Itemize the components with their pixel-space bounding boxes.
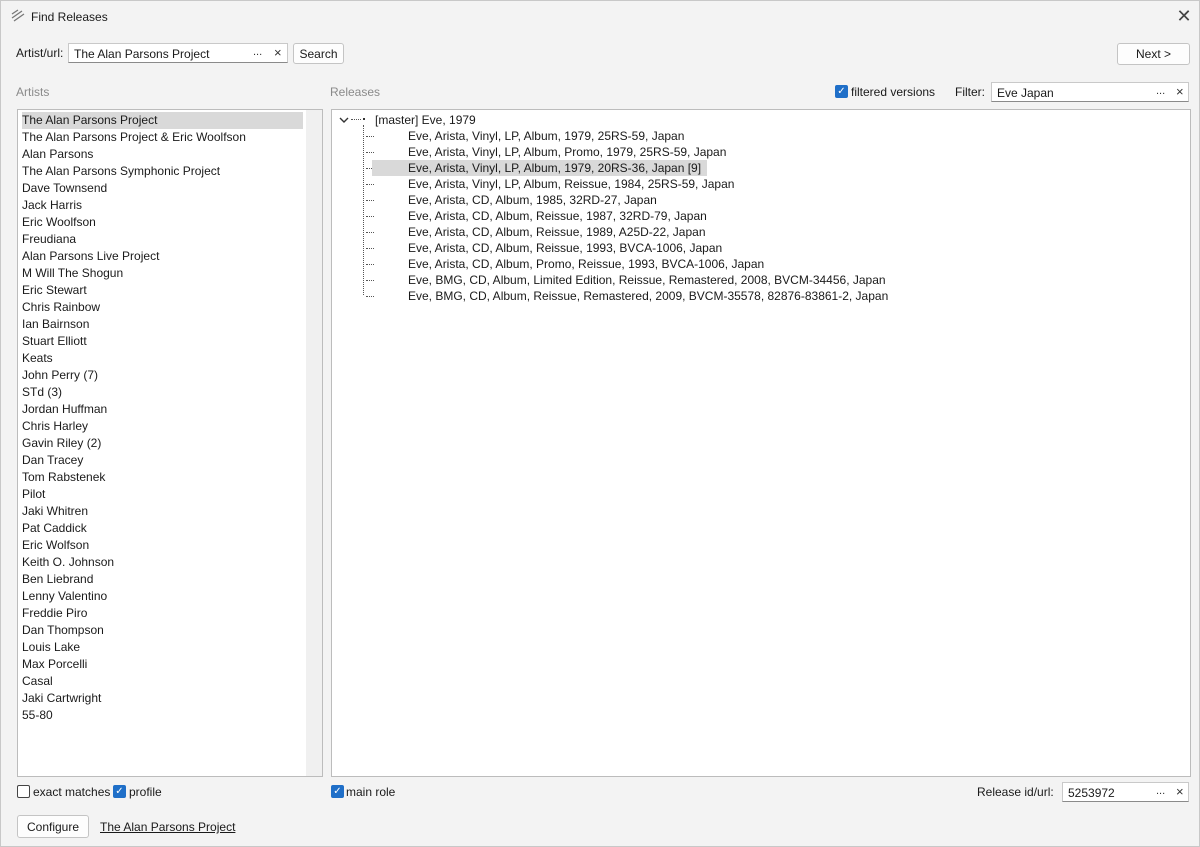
filtered-versions-checkbox[interactable]: ✓ bbox=[835, 85, 848, 98]
artist-list-item[interactable]: Ben Liebrand bbox=[22, 571, 93, 588]
chevron-down-icon[interactable] bbox=[338, 114, 350, 126]
artist-list-item[interactable]: Chris Rainbow bbox=[22, 299, 100, 316]
tree-connector bbox=[366, 200, 374, 201]
tree-node-dot bbox=[363, 118, 365, 120]
tree-connector bbox=[366, 248, 374, 249]
releases-header: Releases bbox=[330, 85, 381, 99]
tree-connector bbox=[366, 184, 374, 185]
title-bar: Find Releases ✕ bbox=[1, 1, 1199, 33]
artist-list-item[interactable]: STd (3) bbox=[22, 384, 62, 401]
artist-list-item[interactable]: Pilot bbox=[22, 486, 45, 503]
release-item[interactable]: Eve, Arista, Vinyl, LP, Album, 1979, 20R… bbox=[372, 160, 708, 176]
tree-connector bbox=[366, 264, 374, 265]
artist-list-item[interactable]: Jordan Huffman bbox=[22, 401, 107, 418]
artist-list-item[interactable]: Dan Thompson bbox=[22, 622, 104, 639]
artist-url-value: The Alan Parsons Project bbox=[74, 47, 210, 61]
artist-list-item[interactable]: Eric Wolfson bbox=[22, 537, 89, 554]
release-item[interactable]: Eve, Arista, Vinyl, LP, Album, Promo, 19… bbox=[408, 144, 726, 160]
filter-value: Eve Japan bbox=[997, 86, 1054, 100]
artist-list-item[interactable]: Pat Caddick bbox=[22, 520, 87, 537]
profile-label: profile bbox=[129, 785, 162, 799]
artist-list-item[interactable]: Alan Parsons Live Project bbox=[22, 248, 159, 265]
artist-list-item[interactable]: The Alan Parsons Symphonic Project bbox=[22, 163, 220, 180]
release-item[interactable]: Eve, Arista, CD, Album, Reissue, 1993, B… bbox=[408, 240, 722, 256]
artist-profile-link[interactable]: The Alan Parsons Project bbox=[100, 820, 235, 834]
artist-list-item[interactable]: Ian Bairnson bbox=[22, 316, 89, 333]
artist-list-item[interactable]: Jaki Cartwright bbox=[22, 690, 101, 707]
artist-list-item[interactable]: Eric Woolfson bbox=[22, 214, 96, 231]
release-item[interactable]: Eve, Arista, Vinyl, LP, Album, 1979, 25R… bbox=[408, 128, 684, 144]
tree-connector bbox=[366, 152, 374, 153]
close-icon[interactable]: ✕ bbox=[1175, 7, 1193, 25]
filter-clear-icon[interactable]: × bbox=[1176, 84, 1184, 99]
artist-list-item[interactable]: Dave Townsend bbox=[22, 180, 107, 197]
release-item[interactable]: Eve, Arista, CD, Album, Reissue, 1987, 3… bbox=[408, 208, 707, 224]
profile-checkbox[interactable]: ✓ bbox=[113, 785, 126, 798]
artist-list-item[interactable]: Stuart Elliott bbox=[22, 333, 87, 350]
release-item[interactable]: Eve, BMG, CD, Album, Reissue, Remastered… bbox=[408, 288, 888, 304]
main-role-label: main role bbox=[346, 785, 396, 799]
tree-connector bbox=[366, 136, 374, 137]
artist-list-item[interactable]: Keats bbox=[22, 350, 53, 367]
artist-list-item[interactable]: The Alan Parsons Project bbox=[22, 112, 303, 129]
artist-list-item[interactable]: Casal bbox=[22, 673, 53, 690]
artist-url-input[interactable]: The Alan Parsons Project ... × bbox=[68, 43, 288, 63]
clear-icon[interactable]: × bbox=[274, 45, 282, 60]
app-icon bbox=[11, 9, 25, 22]
release-id-label: Release id/url: bbox=[977, 785, 1054, 799]
artists-list[interactable]: The Alan Parsons Project The Alan Parsons… bbox=[17, 109, 323, 777]
artist-list-item[interactable]: Freudiana bbox=[22, 231, 76, 248]
artist-list-item[interactable]: Freddie Piro bbox=[22, 605, 87, 622]
artist-list-item[interactable]: 55-80 bbox=[22, 707, 53, 724]
find-releases-window: Find Releases ✕ Artist/url: The Alan Par… bbox=[0, 0, 1200, 847]
tree-vertical-line bbox=[363, 125, 364, 295]
releases-tree[interactable]: [master] Eve, 1979 Eve, Arista, Vinyl, L… bbox=[331, 109, 1191, 777]
tree-connector bbox=[351, 119, 361, 120]
artist-list-item[interactable]: Keith O. Johnson bbox=[22, 554, 114, 571]
artist-list-item[interactable]: Chris Harley bbox=[22, 418, 88, 435]
tree-connector bbox=[366, 216, 374, 217]
tree-connector bbox=[366, 280, 374, 281]
configure-button[interactable]: Configure bbox=[17, 815, 89, 838]
artist-list-item[interactable]: Max Porcelli bbox=[22, 656, 87, 673]
filtered-versions-label: filtered versions bbox=[851, 85, 936, 99]
artist-list-item[interactable]: Lenny Valentino bbox=[22, 588, 107, 605]
filter-label: Filter: bbox=[955, 85, 985, 99]
release-item[interactable]: Eve, Arista, CD, Album, 1985, 32RD-27, J… bbox=[408, 192, 657, 208]
release-item[interactable]: Eve, BMG, CD, Album, Limited Edition, Re… bbox=[408, 272, 886, 288]
main-role-checkbox[interactable]: ✓ bbox=[331, 785, 344, 798]
artist-list-item[interactable]: Jaki Whitren bbox=[22, 503, 88, 520]
search-button[interactable]: Search bbox=[293, 43, 344, 64]
artist-list-item[interactable]: Dan Tracey bbox=[22, 452, 83, 469]
exact-matches-checkbox[interactable] bbox=[17, 785, 30, 798]
release-item[interactable]: Eve, Arista, CD, Album, Promo, Reissue, … bbox=[408, 256, 764, 272]
filter-input[interactable]: Eve Japan ... × bbox=[991, 82, 1189, 102]
release-id-clear-icon[interactable]: × bbox=[1176, 784, 1184, 799]
artist-list-item[interactable]: Tom Rabstenek bbox=[22, 469, 105, 486]
artist-list-item[interactable]: Jack Harris bbox=[22, 197, 82, 214]
release-item[interactable]: Eve, Arista, CD, Album, Reissue, 1989, A… bbox=[408, 224, 706, 240]
window-title: Find Releases bbox=[31, 10, 108, 24]
release-id-value: 5253972 bbox=[1068, 786, 1115, 800]
tree-connector bbox=[366, 232, 374, 233]
release-id-input[interactable]: 5253972 ... × bbox=[1062, 782, 1189, 802]
artist-list-item[interactable]: Alan Parsons bbox=[22, 146, 93, 163]
filter-browse-icon[interactable]: ... bbox=[1156, 85, 1165, 97]
artist-list-item[interactable]: M Will The Shogun bbox=[22, 265, 123, 282]
master-release[interactable]: [master] Eve, 1979 bbox=[375, 112, 476, 128]
artist-list-item[interactable]: Gavin Riley (2) bbox=[22, 435, 101, 452]
release-item[interactable]: Eve, Arista, Vinyl, LP, Album, Reissue, … bbox=[408, 176, 734, 192]
artist-url-label: Artist/url: bbox=[16, 46, 64, 60]
artists-scrollbar[interactable] bbox=[306, 110, 322, 776]
artist-list-item[interactable]: John Perry (7) bbox=[22, 367, 98, 384]
release-id-browse-icon[interactable]: ... bbox=[1156, 785, 1165, 797]
artists-header: Artists bbox=[16, 85, 50, 99]
browse-icon[interactable]: ... bbox=[253, 46, 262, 58]
artist-list-item[interactable]: Louis Lake bbox=[22, 639, 80, 656]
tree-connector bbox=[366, 296, 374, 297]
artist-list-item[interactable]: Eric Stewart bbox=[22, 282, 87, 299]
next-button[interactable]: Next > bbox=[1117, 43, 1190, 65]
exact-matches-label: exact matches bbox=[33, 785, 111, 799]
artist-list-item[interactable]: The Alan Parsons Project & Eric Woolfson bbox=[22, 129, 246, 146]
